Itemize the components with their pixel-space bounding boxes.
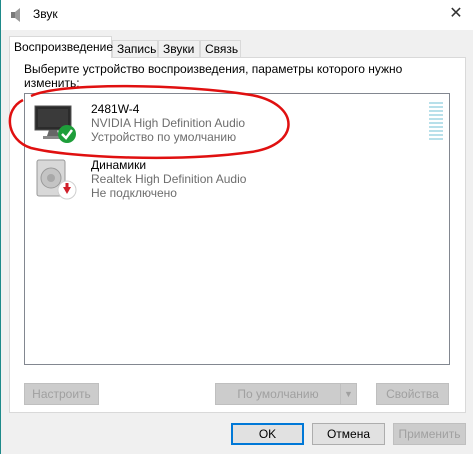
- device-driver: Realtek High Definition Audio: [91, 172, 247, 186]
- tab-communications[interactable]: Связь: [200, 40, 241, 58]
- speaker-icon: [36, 159, 77, 200]
- monitor-icon: [34, 105, 76, 143]
- close-button[interactable]: ✕: [442, 2, 470, 26]
- ok-button[interactable]: OK: [231, 423, 304, 445]
- device-status: Устройство по умолчанию: [91, 130, 237, 144]
- default-check-icon: [58, 125, 76, 143]
- title-bar: Звук ✕: [1, 0, 473, 30]
- device-driver: NVIDIA High Definition Audio: [91, 116, 246, 130]
- tab-playback[interactable]: Воспроизведение: [9, 36, 113, 58]
- tab-recording[interactable]: Запись: [112, 40, 158, 58]
- playback-panel: Выберите устройство воспроизведения, пар…: [9, 57, 466, 413]
- sound-dialog: Звук ✕ Воспроизведение Запись Звуки Связ…: [0, 0, 473, 454]
- tab-sounds[interactable]: Звуки: [158, 40, 200, 58]
- volume-level-meter: [429, 102, 443, 142]
- device-name: 2481W-4: [91, 102, 140, 116]
- instruction-text: Выберите устройство воспроизведения, пар…: [24, 62, 403, 90]
- apply-button[interactable]: Применить: [393, 423, 466, 445]
- properties-button[interactable]: Свойства: [376, 383, 449, 405]
- list-item[interactable]: Динамики Realtek High Definition Audio Н…: [25, 152, 445, 210]
- set-default-button[interactable]: По умолчанию ▼: [215, 383, 357, 405]
- device-list[interactable]: 2481W-4 NVIDIA High Definition Audio Уст…: [24, 93, 450, 365]
- list-item[interactable]: 2481W-4 NVIDIA High Definition Audio Уст…: [25, 96, 445, 154]
- set-default-label: По умолчанию: [237, 387, 319, 401]
- configure-button[interactable]: Настроить: [24, 383, 99, 405]
- device-name: Динамики: [91, 158, 147, 172]
- close-icon: ✕: [449, 5, 463, 22]
- window-title: Звук: [33, 7, 58, 21]
- device-status: Не подключено: [91, 186, 177, 200]
- chevron-down-icon[interactable]: ▼: [340, 384, 356, 404]
- cancel-button[interactable]: Отмена: [312, 423, 385, 445]
- speaker-icon: [11, 8, 20, 22]
